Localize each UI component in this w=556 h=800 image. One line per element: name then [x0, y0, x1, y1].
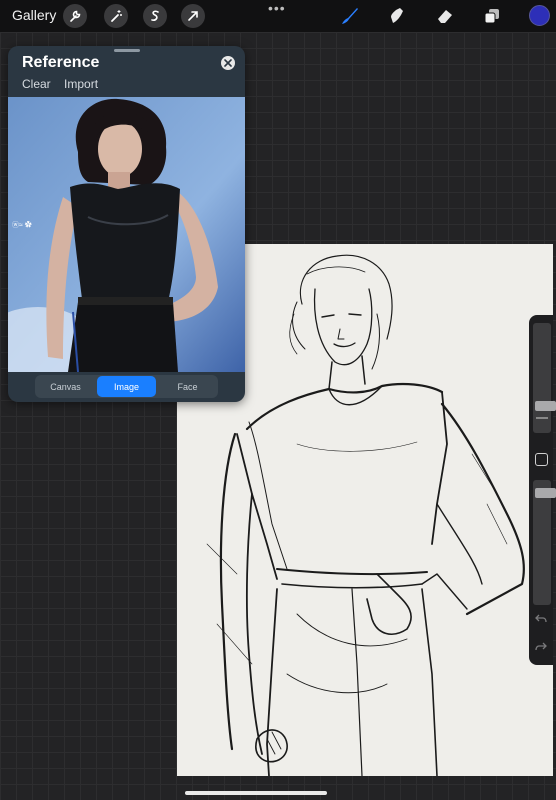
slider-tick: [536, 417, 548, 419]
more-options-icon[interactable]: •••: [268, 0, 286, 16]
brush-size-slider[interactable]: [533, 323, 556, 433]
photo-caption: ⓦ≈ ✿: [12, 221, 32, 229]
color-picker-button[interactable]: [529, 5, 550, 26]
magic-wand-icon[interactable]: [104, 4, 128, 28]
eraser-icon[interactable]: [433, 4, 457, 28]
import-button[interactable]: Import: [64, 77, 98, 91]
modify-button[interactable]: [535, 453, 548, 466]
reference-actions: Clear Import: [22, 77, 108, 91]
clear-button[interactable]: Clear: [22, 77, 51, 91]
brush-icon[interactable]: [337, 4, 361, 28]
reference-image[interactable]: ⓦ≈ ✿: [8, 97, 245, 372]
opacity-handle[interactable]: [535, 488, 556, 498]
gallery-button[interactable]: Gallery: [12, 7, 56, 23]
smudge-icon[interactable]: [385, 4, 409, 28]
opacity-slider[interactable]: [533, 480, 556, 605]
reference-title: Reference: [22, 54, 100, 71]
side-slider-bar: [529, 315, 556, 665]
reference-tabs: Canvas Image Face: [35, 375, 218, 398]
undo-icon[interactable]: [535, 613, 547, 628]
wrench-icon[interactable]: [63, 4, 87, 28]
redo-icon[interactable]: [535, 641, 547, 656]
top-toolbar: Gallery •••: [0, 0, 556, 32]
layers-icon[interactable]: [480, 4, 504, 28]
home-indicator[interactable]: [185, 791, 327, 795]
tab-canvas[interactable]: Canvas: [36, 376, 95, 397]
close-icon[interactable]: [221, 56, 235, 70]
tab-image[interactable]: Image: [97, 376, 156, 397]
brush-size-handle[interactable]: [535, 401, 556, 411]
selection-s-icon[interactable]: [143, 4, 167, 28]
panel-drag-handle[interactable]: [114, 49, 140, 52]
transform-arrow-icon[interactable]: [181, 4, 205, 28]
reference-panel[interactable]: Reference Clear Import ⓦ≈ ✿ Canvas Image…: [8, 46, 245, 402]
tab-face[interactable]: Face: [158, 376, 217, 397]
